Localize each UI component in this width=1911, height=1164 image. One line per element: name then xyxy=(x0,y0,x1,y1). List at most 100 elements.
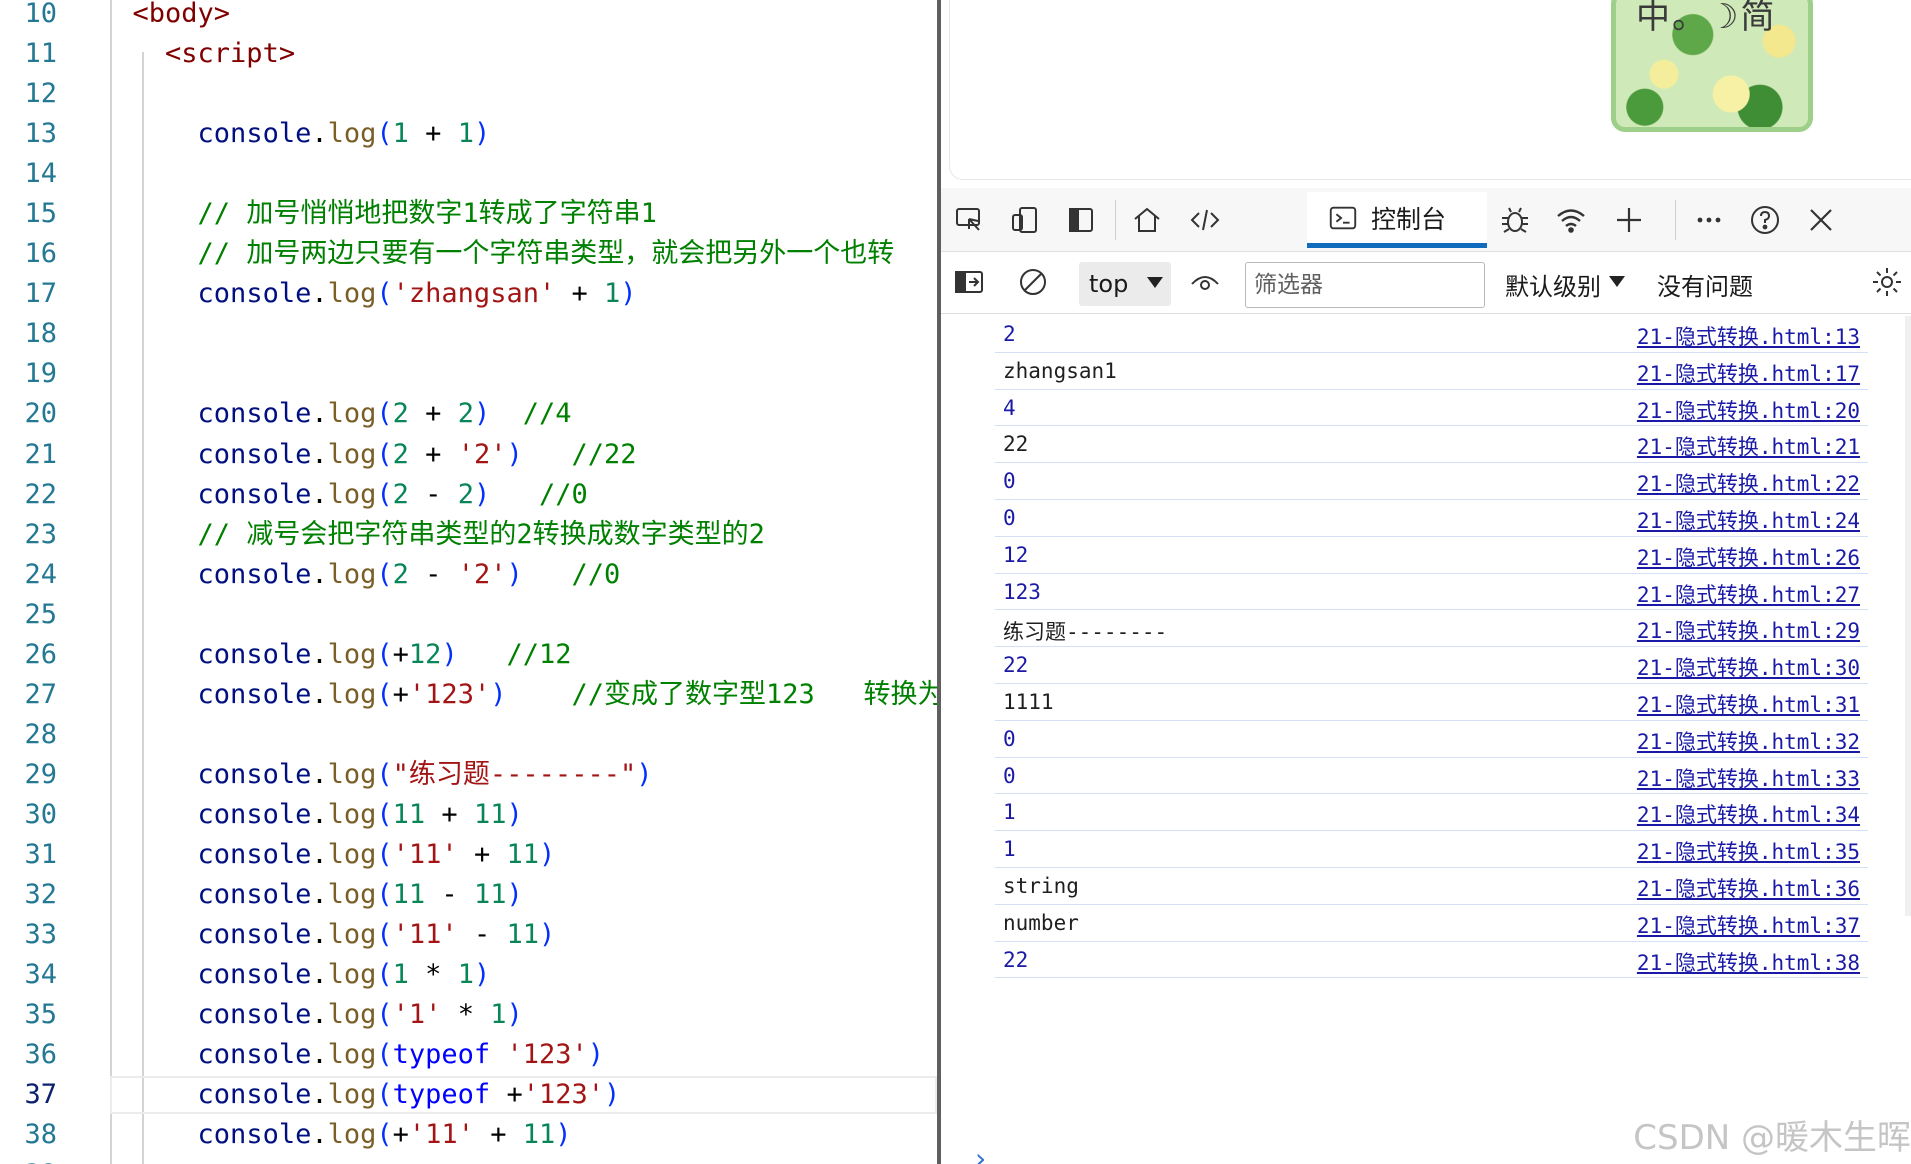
code-line[interactable]: 21 console.log(2 + '2') //22 xyxy=(0,435,937,475)
code-line[interactable]: 28 xyxy=(0,715,937,755)
code-line[interactable]: 33 console.log('11' - 11) xyxy=(0,915,937,955)
code-token: . xyxy=(311,879,328,911)
code-line[interactable]: 15 // 加号悄悄地把数字1转成了字符串1 xyxy=(0,194,937,234)
code-line[interactable]: 24 console.log(2 - '2') //0 xyxy=(0,555,937,595)
line-number: 35 xyxy=(24,999,57,1031)
help-question-icon[interactable] xyxy=(1747,202,1783,238)
code-token: 1 xyxy=(457,118,474,150)
code-line[interactable]: 10 <body> xyxy=(0,0,937,34)
code-line[interactable]: 20 console.log(2 + 2) //4 xyxy=(0,394,937,434)
code-line[interactable]: 31 console.log('11' + 11) xyxy=(0,835,937,875)
code-token: + xyxy=(392,638,409,670)
code-line[interactable]: 39 xyxy=(0,1155,937,1164)
console-value: number xyxy=(1003,910,1079,935)
source-link[interactable]: 21-隐式转换.html:33 xyxy=(1637,763,1860,793)
code-line[interactable]: 19 xyxy=(0,354,937,394)
network-wifi-icon[interactable] xyxy=(1553,202,1589,238)
context-selector[interactable]: top xyxy=(1079,262,1171,306)
welcome-home-icon[interactable] xyxy=(1129,202,1165,238)
log-level-selector[interactable]: 默认级别 xyxy=(1505,262,1625,306)
inspect-element-icon[interactable] xyxy=(951,202,987,238)
settings-gear-icon[interactable] xyxy=(1869,264,1905,300)
close-icon[interactable] xyxy=(1803,202,1839,238)
code-line[interactable]: 36 console.log(typeof '123') xyxy=(0,1035,937,1075)
separator xyxy=(1675,200,1676,240)
code-line[interactable]: 27 console.log(+'123') //变成了数字型123 转换为 xyxy=(0,675,937,715)
code-token: ) xyxy=(506,798,523,830)
code-line[interactable]: 23 // 减号会把字符串类型的2转换成数字类型的2 xyxy=(0,515,937,555)
source-link[interactable]: 21-隐式转换.html:17 xyxy=(1637,358,1860,388)
source-link[interactable]: 21-隐式转换.html:20 xyxy=(1637,395,1860,425)
source-link[interactable]: 21-隐式转换.html:38 xyxy=(1637,947,1860,977)
sources-bug-icon[interactable] xyxy=(1497,202,1533,238)
line-number: 27 xyxy=(24,678,57,710)
code-line[interactable]: 32 console.log(11 - 11) xyxy=(0,875,937,915)
code-token: log xyxy=(327,959,377,991)
live-expression-eye-icon[interactable] xyxy=(1187,264,1223,300)
code-token: console xyxy=(197,758,312,790)
console-prompt-chevron-icon[interactable]: › xyxy=(975,1142,986,1164)
code-token: log xyxy=(327,798,377,830)
code-editor[interactable]: 10 <body> 11 <script> 12 13 console.log(1 +… xyxy=(0,0,937,1164)
more-options-ellipsis-icon[interactable] xyxy=(1691,202,1727,238)
console-value: 0 xyxy=(1003,763,1016,788)
source-link[interactable]: 21-隐式转换.html:36 xyxy=(1637,873,1860,903)
source-link[interactable]: 21-隐式转换.html:32 xyxy=(1637,726,1860,756)
source-link[interactable]: 21-隐式转换.html:30 xyxy=(1637,652,1860,682)
clear-console-icon[interactable] xyxy=(1015,264,1051,300)
code-line[interactable]: 30 console.log(11 + 11) xyxy=(0,795,937,835)
code-line[interactable]: 12 xyxy=(0,74,937,114)
device-emulation-icon[interactable] xyxy=(1007,202,1043,238)
code-token: + xyxy=(425,798,474,830)
code-line[interactable]: 14 xyxy=(0,154,937,194)
more-tools-plus-icon[interactable] xyxy=(1611,202,1647,238)
code-line[interactable]: 25 xyxy=(0,595,937,635)
code-token: //变成了数字型123 转换为 xyxy=(506,678,937,710)
source-link[interactable]: 21-隐式转换.html:21 xyxy=(1637,431,1860,461)
scrollbar[interactable] xyxy=(1905,316,1911,916)
elements-code-icon[interactable] xyxy=(1187,202,1223,238)
line-number: 39 xyxy=(0,1155,57,1164)
issues-counter[interactable]: 没有问题 xyxy=(1657,262,1753,306)
code-token: ) xyxy=(620,278,637,310)
code-line[interactable]: 22 console.log(2 - 2) //0 xyxy=(0,475,937,515)
line-number: 28 xyxy=(24,718,57,750)
code-token: . xyxy=(311,478,328,510)
code-text: // 加号两边只要有一个字符串类型，就会把另外一个也转 xyxy=(100,234,895,274)
code-text: console.log(1 + 1) xyxy=(100,114,491,154)
source-link[interactable]: 21-隐式转换.html:31 xyxy=(1637,689,1860,719)
source-link[interactable]: 21-隐式转换.html:34 xyxy=(1637,799,1860,829)
source-link[interactable]: 21-隐式转换.html:26 xyxy=(1637,542,1860,572)
tab-console[interactable]: 控制台 xyxy=(1307,192,1487,248)
code-line[interactable]: 18 xyxy=(0,314,937,354)
source-link[interactable]: 21-隐式转换.html:37 xyxy=(1637,910,1860,940)
console-message: zhangsan1 21-隐式转换.html:17 xyxy=(995,353,1868,390)
code-token: . xyxy=(311,838,328,870)
code-line[interactable]: 35 console.log('1' * 1) xyxy=(0,995,937,1035)
code-line[interactable]: 37 console.log(typeof +'123') xyxy=(0,1075,937,1115)
sidebar-toggle-icon[interactable] xyxy=(951,264,987,300)
dock-side-icon[interactable] xyxy=(1063,202,1099,238)
watermark: CSDN @暖木生晖 xyxy=(1633,1118,1911,1158)
source-link[interactable]: 21-隐式转换.html:13 xyxy=(1637,321,1860,351)
code-token: // 加号两边只要有一个字符串类型，就会把另外一个也转 xyxy=(197,238,895,270)
code-line[interactable]: 16 // 加号两边只要有一个字符串类型，就会把另外一个也转 xyxy=(0,234,937,274)
source-link[interactable]: 21-隐式转换.html:24 xyxy=(1637,505,1860,535)
filter-input[interactable] xyxy=(1245,262,1485,308)
code-line[interactable]: 38 console.log(+'11' + 11) xyxy=(0,1115,937,1155)
source-link[interactable]: 21-隐式转换.html:27 xyxy=(1637,579,1860,609)
code-line[interactable]: 34 console.log(1 * 1) xyxy=(0,955,937,995)
console-value: string xyxy=(1003,874,1079,898)
source-link[interactable]: 21-隐式转换.html:35 xyxy=(1637,836,1860,866)
code-line[interactable]: 29 console.log("练习题--------") xyxy=(0,755,937,795)
console-value: 0 xyxy=(1003,469,1016,494)
code-line[interactable]: 26 console.log(+12) //12 xyxy=(0,635,937,675)
code-token: typeof xyxy=(392,1079,491,1111)
code-text: console.log(2 + 2) //4 xyxy=(100,394,572,434)
code-line[interactable]: 13 console.log(1 + 1) xyxy=(0,114,937,154)
source-link[interactable]: 21-隐式转换.html:22 xyxy=(1637,468,1860,498)
source-link[interactable]: 21-隐式转换.html:29 xyxy=(1637,615,1860,645)
code-line[interactable]: 17 console.log('zhangsan' + 1) xyxy=(0,274,937,314)
code-line[interactable]: 11 <script> xyxy=(0,34,937,74)
